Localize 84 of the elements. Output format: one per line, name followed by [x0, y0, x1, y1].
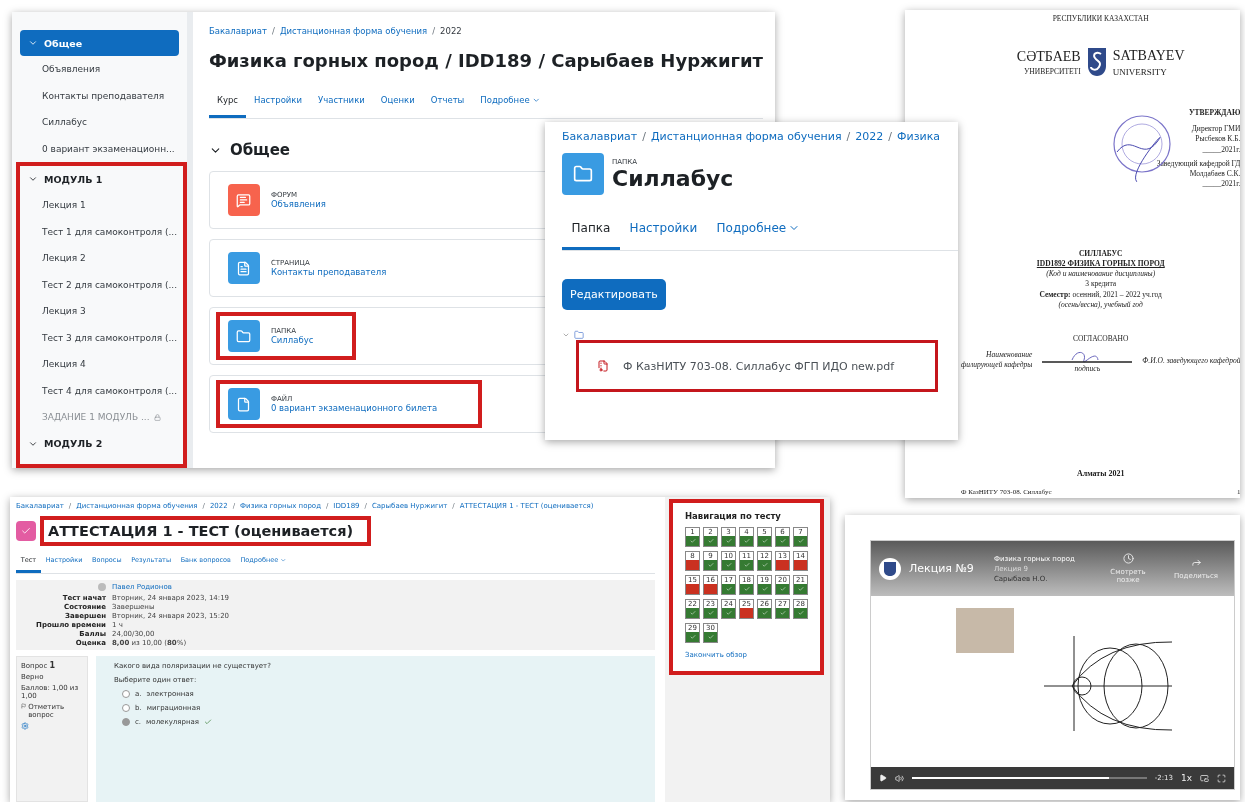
radio-button[interactable]: [122, 690, 130, 698]
breadcrumb-link[interactable]: 2022: [440, 26, 462, 36]
nav-tab[interactable]: Оценки: [372, 85, 423, 118]
folder-icon: [236, 328, 252, 344]
sidebar-item[interactable]: Тест 2 для самоконтроля (...: [20, 271, 183, 298]
breadcrumb-separator: /: [272, 26, 275, 36]
sidebar-item[interactable]: Лекция 4: [20, 351, 183, 378]
breadcrumb-link[interactable]: 2022: [855, 130, 884, 143]
folder-icon: [573, 164, 593, 184]
nav-tab[interactable]: Участники: [310, 85, 373, 118]
play-icon[interactable]: [879, 774, 887, 782]
breadcrumb-link[interactable]: Физика: [897, 130, 941, 143]
logo-text: СӘТБАЕВ: [1016, 47, 1081, 66]
radio-button[interactable]: [122, 718, 130, 726]
sidebar-item[interactable]: 0 вариант экзаменационн...: [20, 135, 179, 162]
section-heading: Общее: [229, 141, 291, 159]
course-title: Физика горных пород / IDD189 / Сарыбаев Нуржигит: [208, 50, 763, 71]
document-city: Алматы 2021: [1076, 469, 1125, 480]
video-channel-title: Лекция №9: [909, 562, 974, 575]
section-header[interactable]: Общее: [20, 30, 179, 56]
nav-tab[interactable]: Папка: [562, 209, 620, 250]
breadcrumb-link[interactable]: Бакалавриат: [208, 26, 267, 36]
navigation-title: Навигация по тесту: [685, 511, 782, 521]
nav-tab[interactable]: Подробнее: [707, 209, 810, 250]
sidebar-item[interactable]: Объявления: [20, 56, 179, 83]
message-icon: [236, 192, 252, 208]
breadcrumb-separator: /: [888, 130, 892, 143]
activity-link[interactable]: Силлабус: [270, 335, 314, 345]
caret-icon: [280, 556, 287, 564]
logo-text: SATBAYEV: [1112, 46, 1185, 65]
picture-in-picture-icon[interactable]: [1200, 773, 1209, 783]
logo-subtitle: UNIVERSITY: [1112, 65, 1168, 78]
sidebar-item[interactable]: Тест 1 для самоконтроля (...: [20, 218, 183, 245]
webcam-photo-placeholder: [956, 608, 1014, 653]
nav-tab[interactable]: Курс: [208, 85, 246, 118]
share-icon[interactable]: [1190, 557, 1202, 568]
speed-button[interactable]: 1x: [1180, 773, 1192, 783]
breadcrumb-separator: /: [846, 130, 851, 143]
nav-tab[interactable]: Настройки: [620, 209, 707, 250]
radio-button[interactable]: [122, 704, 130, 712]
section-header[interactable]: МОДУЛЬ 2: [20, 430, 183, 457]
flag-icon: [21, 703, 27, 709]
sidebar-item[interactable]: Лекция 2: [20, 245, 183, 272]
file-icon: [236, 396, 252, 412]
breadcrumb-link[interactable]: Бакалавриат: [562, 130, 638, 143]
sidebar-item[interactable]: Лекция 3: [20, 298, 183, 325]
expand-caret-icon[interactable]: [562, 331, 570, 339]
sidebar-item[interactable]: Контакты преподавателя: [20, 82, 179, 109]
sidebar-item[interactable]: Силлабус: [20, 109, 179, 136]
breadcrumb-link[interactable]: Дистанционная форма обучения: [650, 130, 842, 143]
pdf-file-icon: [597, 360, 609, 372]
volume-icon[interactable]: [895, 773, 904, 783]
breadcrumb-separator: /: [642, 130, 646, 143]
chevron-icon: [28, 174, 38, 184]
settings-icon[interactable]: [21, 722, 29, 730]
folder-title: Силлабус: [612, 165, 734, 191]
nav-tab[interactable]: Подробнее: [472, 85, 549, 118]
quiz-title: АТТЕСТАЦИЯ 1 - ТЕСТ (оценивается): [48, 523, 354, 539]
edit-button[interactable]: Редактировать: [562, 279, 666, 310]
logo-icon: [879, 557, 901, 580]
activity-link[interactable]: Объявления: [270, 199, 326, 209]
logo-icon: [1085, 46, 1108, 79]
breadcrumb-separator: /: [432, 26, 436, 36]
section-header[interactable]: МОДУЛЬ 1: [20, 166, 183, 192]
avatar-icon: [98, 583, 106, 591]
sidebar-item[interactable]: Тест 3 для самоконтроля (...: [20, 324, 183, 351]
sidebar-item[interactable]: Тест 4 для самоконтроля (...: [20, 377, 183, 404]
file-row[interactable]: Ф КазНИТУ 703-08. Силлабус ФГП ИДО new.pdf: [576, 340, 938, 392]
nav-tab[interactable]: Отчеты: [422, 85, 473, 118]
activity-link[interactable]: Контакты преподавателя: [270, 267, 387, 277]
nav-tab[interactable]: Настройки: [246, 85, 311, 118]
sidebar-item[interactable]: Лекция 1: [20, 192, 183, 219]
lock-icon: [153, 413, 161, 421]
section-title: Общее: [44, 37, 83, 49]
section-title: МОДУЛЬ 1: [44, 173, 103, 185]
activity-link[interactable]: 0 вариант экзаменационного билета: [270, 403, 438, 413]
document-icon: [236, 260, 252, 276]
fullscreen-icon[interactable]: [1217, 773, 1226, 783]
section-title: МОДУЛЬ 2: [44, 438, 103, 449]
chevron-icon: [28, 38, 38, 48]
breadcrumb-link[interactable]: Дистанционная форма обучения: [279, 26, 428, 36]
check-icon: [21, 526, 31, 536]
folder-icon: [574, 330, 584, 340]
clock-icon[interactable]: [1122, 553, 1134, 564]
